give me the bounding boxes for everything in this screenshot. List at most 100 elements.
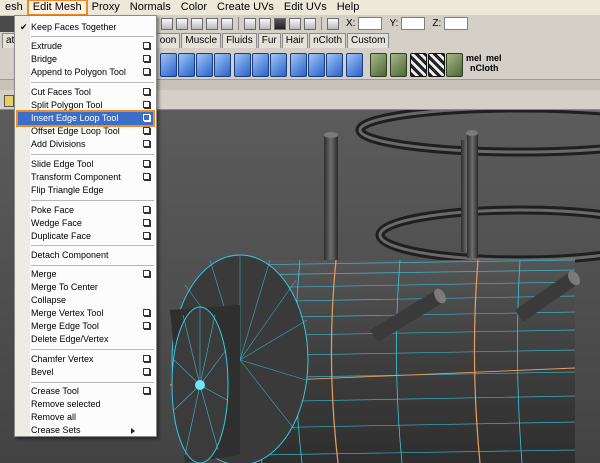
shelf-tool-icon[interactable] — [308, 53, 325, 77]
menu-edit-uvs[interactable]: Edit UVs — [279, 0, 332, 15]
menu-item-bevel[interactable]: Bevel — [15, 366, 156, 379]
option-box-icon[interactable] — [143, 140, 150, 147]
shelf-tool-icon[interactable] — [346, 53, 363, 77]
shelf-tab-fur[interactable]: Fur — [257, 32, 281, 48]
menu-item-remove-all[interactable]: Remove all — [15, 411, 156, 424]
shelf-tool-icon[interactable] — [252, 53, 269, 77]
render-icon[interactable] — [259, 17, 271, 30]
shelf-tool-icon[interactable] — [196, 53, 213, 77]
shelf-tool-icon[interactable] — [428, 53, 445, 77]
shelf-tool-icon[interactable] — [290, 53, 307, 77]
snap-point-icon[interactable] — [191, 17, 203, 30]
hypershade-icon[interactable] — [304, 17, 316, 30]
menu-item-cut-faces-tool[interactable]: Cut Faces Tool — [15, 86, 156, 99]
menu-item-crease-sets[interactable]: Crease Sets — [15, 424, 156, 437]
menu-normals[interactable]: Normals — [125, 0, 176, 15]
shelf-tool-icon[interactable] — [410, 53, 427, 77]
y-input[interactable] — [401, 17, 426, 30]
option-box-icon[interactable] — [143, 88, 150, 95]
option-box-icon[interactable] — [143, 322, 150, 329]
option-box-icon[interactable] — [143, 114, 150, 121]
menu-item-append-to-polygon-tool[interactable]: Append to Polygon Tool — [15, 66, 156, 79]
shelf-tool-icon[interactable] — [178, 53, 195, 77]
menu-item-merge-vertex-tool[interactable]: Merge Vertex Tool — [15, 307, 156, 320]
shelf-tool-icon[interactable] — [446, 53, 463, 77]
shelf-tool-icon[interactable] — [390, 53, 407, 77]
make-live-icon[interactable] — [221, 17, 233, 30]
option-box-icon[interactable] — [143, 270, 150, 277]
option-box-icon[interactable] — [143, 232, 150, 239]
menu-item-offset-edge-loop-tool[interactable]: Offset Edge Loop Tool — [15, 125, 156, 138]
menu-item-collapse[interactable]: Collapse — [15, 294, 156, 307]
shelf-tab-ncloth[interactable]: nCloth — [309, 32, 346, 48]
menu-item-add-divisions[interactable]: Add Divisions — [15, 138, 156, 151]
mel-script-button[interactable]: mel — [466, 53, 482, 63]
menu-item-flip-triangle-edge[interactable]: Flip Triangle Edge — [15, 184, 156, 197]
snap-plane-icon[interactable] — [206, 17, 218, 30]
shelf-tool-icon[interactable] — [270, 53, 287, 77]
option-box-icon[interactable] — [143, 309, 150, 316]
menu-item-poke-face[interactable]: Poke Face — [15, 204, 156, 217]
option-box-icon[interactable] — [143, 206, 150, 213]
menu-divider — [31, 200, 154, 201]
menu-item-insert-edge-loop-tool[interactable]: Insert Edge Loop Tool — [16, 110, 155, 127]
option-box-icon[interactable] — [143, 127, 150, 134]
mel-script-button[interactable]: mel — [486, 53, 502, 63]
render-settings-icon[interactable] — [289, 17, 301, 30]
menu-item-merge-to-center[interactable]: Merge To Center — [15, 281, 156, 294]
ipr-render-icon[interactable] — [274, 17, 286, 30]
edit-mesh-menu: ✔ Keep Faces Together Extrude Bridge App… — [14, 15, 157, 437]
menu-help[interactable]: Help — [332, 0, 365, 15]
menu-item-slide-edge-tool[interactable]: Slide Edge Tool — [15, 158, 156, 171]
history-icon[interactable] — [244, 17, 256, 30]
snap-curve-icon[interactable] — [176, 17, 188, 30]
menu-item-split-polygon-tool[interactable]: Split Polygon Tool — [15, 99, 156, 112]
shelf-tab-hair[interactable]: Hair — [281, 32, 309, 48]
shelf-tab-fluids[interactable]: Fluids — [222, 32, 257, 48]
lightbulb-icon[interactable] — [4, 95, 14, 107]
menu-item-keep-faces-together[interactable]: ✔ Keep Faces Together — [15, 21, 156, 34]
menu-item-bridge[interactable]: Bridge — [15, 53, 156, 66]
menu-create-uvs[interactable]: Create UVs — [212, 0, 279, 15]
menu-item-extrude[interactable]: Extrude — [15, 40, 156, 53]
option-box-icon[interactable] — [143, 173, 150, 180]
shelf-tab-custom[interactable]: Custom — [347, 32, 390, 48]
shelf-tool-icon[interactable] — [160, 53, 177, 77]
option-box-icon[interactable] — [143, 160, 150, 167]
x-input[interactable] — [358, 17, 383, 30]
menu-item-delete-edge-vertex[interactable]: Delete Edge/Vertex — [15, 333, 156, 346]
menu-mesh[interactable]: esh — [0, 0, 28, 15]
option-box-icon[interactable] — [143, 42, 150, 49]
ncloth-shelf-button[interactable]: nCloth — [470, 63, 499, 73]
menu-item-detach-component[interactable]: Detach Component — [15, 249, 156, 262]
shelf-tab-toon[interactable]: oon — [155, 32, 181, 48]
option-box-icon[interactable] — [143, 55, 150, 62]
option-box-icon[interactable] — [143, 68, 150, 75]
menu-item-merge[interactable]: Merge — [15, 268, 156, 281]
menu-color[interactable]: Color — [176, 0, 212, 15]
menu-item-wedge-face[interactable]: Wedge Face — [15, 217, 156, 230]
snap-grid-icon[interactable] — [161, 17, 173, 30]
menu-edit-mesh[interactable]: Edit Mesh — [26, 0, 88, 16]
option-box-icon[interactable] — [143, 101, 150, 108]
option-box-icon[interactable] — [143, 219, 150, 226]
shelf-tool-icon[interactable] — [234, 53, 251, 77]
menu-item-transform-component[interactable]: Transform Component — [15, 171, 156, 184]
z-input[interactable] — [444, 17, 469, 30]
option-box-icon[interactable] — [143, 368, 150, 375]
shelf-tool-icon[interactable] — [370, 53, 387, 77]
x-label: X: — [346, 18, 356, 29]
menu-proxy[interactable]: Proxy — [87, 0, 125, 15]
menu-item-remove-selected[interactable]: Remove selected — [15, 398, 156, 411]
shelf-tool-icon[interactable] — [326, 53, 343, 77]
menu-divider — [31, 245, 154, 246]
menu-item-crease-tool[interactable]: Crease Tool — [15, 385, 156, 398]
shelf-tool-icon[interactable] — [214, 53, 231, 77]
transform-input-icon[interactable] — [327, 17, 339, 30]
menu-item-chamfer-vertex[interactable]: Chamfer Vertex — [15, 353, 156, 366]
shelf-tab-muscle[interactable]: Muscle — [181, 32, 222, 48]
option-box-icon[interactable] — [143, 355, 150, 362]
menu-item-duplicate-face[interactable]: Duplicate Face — [15, 230, 156, 243]
option-box-icon[interactable] — [143, 387, 150, 394]
menu-item-merge-edge-tool[interactable]: Merge Edge Tool — [15, 320, 156, 333]
